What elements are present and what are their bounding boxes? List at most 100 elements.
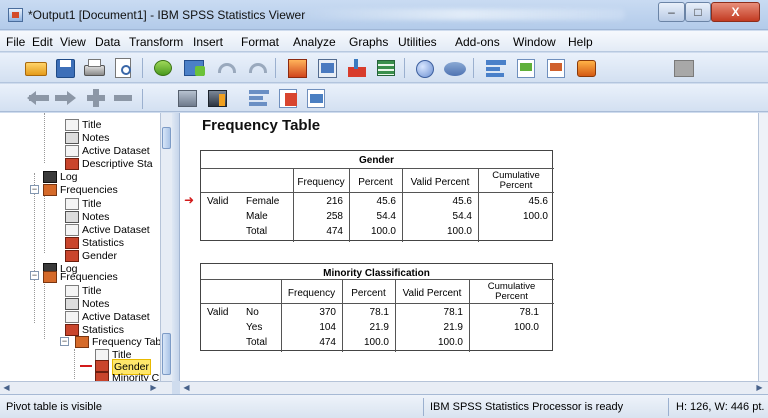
row-label-female: Female — [246, 196, 280, 207]
selection-dimensions: H: 126, W: 446 pt. — [676, 401, 765, 413]
pivot-table-title: Minority Classification — [323, 268, 430, 279]
print-icon[interactable] — [83, 57, 107, 79]
row-label-male: Male — [246, 211, 268, 222]
insert-text2-icon[interactable] — [305, 87, 329, 109]
toolbar-separator — [473, 58, 474, 78]
redo-icon[interactable] — [246, 57, 270, 79]
menu-transform[interactable]: Transform — [129, 35, 183, 49]
tree-line — [74, 349, 75, 379]
content-vertical-scrollbar[interactable] — [758, 113, 768, 381]
run-script-icon[interactable] — [672, 57, 696, 79]
insert-heading-icon[interactable] — [484, 57, 508, 79]
collapse-toggle[interactable]: − — [30, 185, 39, 194]
collapse-icon[interactable] — [111, 87, 135, 109]
gender-pivot-table[interactable]: Gender Frequency Percent Valid Percent C… — [200, 150, 554, 242]
designate-window-icon[interactable] — [414, 57, 438, 79]
table-cell: 100.0 — [446, 226, 472, 237]
output-content-pane[interactable]: Frequency Table ➜ Gender Frequency Perce… — [180, 113, 758, 381]
table-cell: 45.6 — [452, 196, 472, 207]
scroll-left-icon[interactable]: ◀ — [181, 383, 192, 393]
select-last-output-icon[interactable] — [375, 57, 399, 79]
open-icon[interactable] — [24, 57, 48, 79]
insert-title-icon[interactable] — [515, 57, 539, 79]
menu-graphs[interactable]: Graphs — [349, 35, 388, 49]
column-header-valid-percent: Valid Percent — [402, 288, 462, 299]
tree-line — [44, 113, 45, 163]
outline-pane[interactable]: Title Notes Active Dataset Descriptive S… — [0, 113, 172, 381]
promote-icon[interactable] — [27, 87, 51, 109]
insert-title2-icon[interactable] — [277, 87, 301, 109]
outline-scroll-thumb[interactable] — [162, 333, 171, 375]
menu-file[interactable]: File — [6, 35, 25, 49]
outline-horizontal-scrollbar[interactable]: ◀ ▶ — [0, 381, 172, 394]
goto-data-icon[interactable] — [286, 57, 310, 79]
menu-view[interactable]: View — [60, 35, 86, 49]
menu-utilities[interactable]: Utilities — [398, 35, 437, 49]
toolbar-separator — [404, 58, 405, 78]
frequencies-icon — [75, 336, 89, 348]
minority-classification-pivot-table[interactable]: Minority Classification Frequency Percen… — [200, 263, 554, 352]
column-header-percent: Percent — [358, 177, 393, 188]
collapse-toggle[interactable]: − — [30, 271, 39, 280]
dataset-icon — [65, 145, 79, 157]
show-all-icon[interactable] — [443, 57, 467, 79]
maximize-button[interactable]: □ — [685, 2, 711, 22]
collapse-toggle[interactable]: − — [60, 337, 69, 346]
hide-icon[interactable] — [206, 87, 230, 109]
title-icon — [65, 119, 79, 131]
menu-insert[interactable]: Insert — [193, 35, 223, 49]
table-cell: 78.1 — [519, 307, 539, 318]
table-icon — [65, 250, 79, 262]
table-cell: 370 — [319, 307, 336, 318]
variables-icon[interactable] — [345, 57, 369, 79]
scroll-right-icon[interactable]: ▶ — [754, 383, 765, 393]
create-edit-script-icon[interactable] — [575, 57, 599, 79]
menu-edit[interactable]: Edit — [32, 35, 53, 49]
title-bar: *Output1 [Document1] - IBM SPSS Statisti… — [0, 0, 768, 30]
goto-case-icon[interactable] — [316, 57, 340, 79]
row-group-valid: Valid — [207, 307, 229, 318]
menu-format[interactable]: Format — [241, 35, 279, 49]
scroll-left-icon[interactable]: ◀ — [1, 383, 12, 393]
toolbar-separator — [142, 89, 143, 109]
menu-analyze[interactable]: Analyze — [293, 35, 336, 49]
table-cell: 45.6 — [528, 196, 548, 207]
menu-bar: File Edit View Data Transform Insert For… — [0, 31, 768, 52]
notes-icon — [65, 132, 79, 144]
insert-heading2-icon[interactable] — [247, 87, 271, 109]
processor-status: IBM SPSS Statistics Processor is ready — [430, 401, 624, 413]
undo-icon[interactable] — [215, 57, 239, 79]
expand-icon[interactable] — [84, 87, 108, 109]
close-button[interactable]: X — [711, 2, 760, 22]
menu-window[interactable]: Window — [513, 35, 556, 49]
pane-splitter[interactable] — [172, 113, 180, 381]
content-horizontal-scrollbar[interactable]: ◀ ▶ — [180, 381, 768, 394]
title-bar-glare — [300, 9, 625, 20]
table-rule — [201, 192, 554, 193]
row-label-no: No — [246, 307, 259, 318]
print-preview-icon[interactable] — [112, 57, 136, 79]
current-item-arrow-icon: ➜ — [184, 193, 195, 207]
outline-vertical-scrollbar[interactable] — [160, 113, 172, 381]
status-separator — [668, 398, 669, 416]
outline-scroll-thumb[interactable] — [162, 127, 171, 149]
table-cell: 78.1 — [443, 307, 463, 318]
save-icon[interactable] — [54, 57, 78, 79]
menu-addons[interactable]: Add-ons — [455, 35, 500, 49]
show-icon[interactable] — [176, 87, 200, 109]
menu-data[interactable]: Data — [95, 35, 120, 49]
insert-text-icon[interactable] — [545, 57, 569, 79]
demote-icon[interactable] — [53, 87, 77, 109]
notes-icon — [65, 298, 79, 310]
export-icon[interactable] — [152, 57, 176, 79]
table-cell: 45.6 — [376, 196, 396, 207]
dataset-icon — [65, 224, 79, 236]
column-header-cumulative-percent-line1: Cumulative — [492, 170, 540, 181]
dialog-recall-icon[interactable] — [183, 57, 207, 79]
scroll-right-icon[interactable]: ▶ — [148, 383, 159, 393]
minimize-button[interactable]: – — [658, 2, 685, 22]
log-icon — [43, 171, 57, 183]
table-cell: 474 — [319, 337, 336, 348]
table-cell: 78.1 — [369, 307, 389, 318]
menu-help[interactable]: Help — [568, 35, 593, 49]
